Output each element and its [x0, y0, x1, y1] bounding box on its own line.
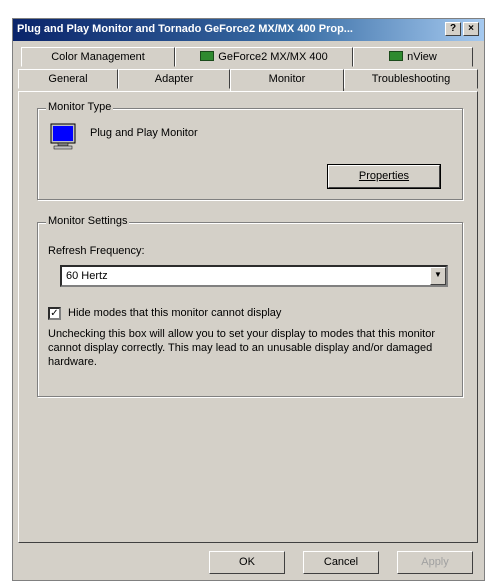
refresh-frequency-select[interactable]: 60 Hertz ▼ — [60, 265, 448, 287]
tab-label: GeForce2 MX/MX 400 — [218, 51, 328, 63]
monitor-tab-panel: Monitor Type Plug and Play Monitor Prope… — [18, 91, 478, 543]
ok-button[interactable]: OK — [209, 551, 285, 574]
refresh-frequency-label: Refresh Frequency: — [48, 245, 145, 257]
tab-general[interactable]: General — [18, 69, 118, 89]
tab-label: nView — [407, 51, 437, 63]
tab-troubleshooting[interactable]: Troubleshooting — [344, 69, 478, 89]
monitor-type-group: Monitor Type Plug and Play Monitor Prope… — [37, 101, 463, 200]
apply-button[interactable]: Apply — [397, 551, 473, 574]
nvidia-icon — [200, 51, 215, 61]
monitor-type-label: Monitor Type — [46, 101, 114, 113]
monitor-settings-group: Monitor Settings Refresh Frequency: 60 H… — [37, 215, 463, 397]
cancel-button[interactable]: Cancel — [303, 551, 379, 574]
title-bar[interactable]: Plug and Play Monitor and Tornado GeForc… — [13, 19, 484, 41]
tab-label: Monitor — [268, 73, 306, 85]
window-title: Plug and Play Monitor and Tornado GeForc… — [17, 23, 353, 35]
tab-color-management[interactable]: Color Management — [21, 47, 175, 67]
hide-modes-label[interactable]: Hide modes that this monitor cannot disp… — [68, 307, 281, 319]
properties-button-label: Properties — [358, 170, 410, 182]
properties-button[interactable]: Properties — [327, 164, 441, 189]
monitor-name: Plug and Play Monitor — [90, 127, 198, 139]
tab-nview[interactable]: nView — [353, 47, 473, 67]
hide-modes-description: Unchecking this box will allow you to se… — [48, 328, 436, 368]
tab-label: Adapter — [154, 73, 194, 85]
refresh-frequency-value: 60 Hertz — [66, 270, 108, 282]
tab-monitor[interactable]: Monitor — [230, 69, 344, 91]
close-button[interactable]: × — [463, 22, 479, 36]
help-button[interactable]: ? — [445, 22, 461, 36]
tab-geforce2[interactable]: GeForce2 MX/MX 400 — [175, 47, 353, 67]
tab-label: Color Management — [51, 51, 145, 63]
properties-dialog: Plug and Play Monitor and Tornado GeForc… — [12, 18, 485, 581]
tab-label: Troubleshooting — [371, 73, 451, 85]
tab-label: General — [48, 73, 88, 85]
chevron-down-icon[interactable]: ▼ — [430, 267, 446, 285]
nvidia-icon — [389, 51, 404, 61]
monitor-settings-label: Monitor Settings — [46, 215, 130, 227]
hide-modes-checkbox[interactable]: ✓ — [48, 307, 61, 320]
tab-adapter[interactable]: Adapter — [118, 69, 230, 89]
monitor-icon — [50, 123, 80, 153]
